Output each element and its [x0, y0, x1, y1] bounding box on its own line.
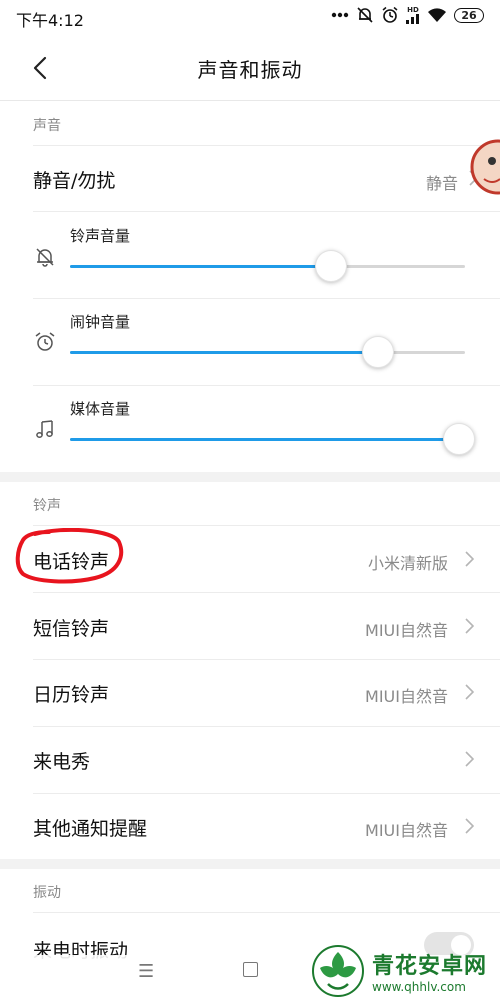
other-notification-row[interactable]: 其他通知提醒 MIUI自然音 [0, 794, 500, 859]
watermark: 青花安卓网 www.qhhlv.com [310, 942, 500, 1000]
media-volume-label: 媒体音量 [70, 400, 131, 418]
phone-ringtone-row[interactable]: 电话铃声 小米清新版 [0, 526, 500, 592]
title-bar: 声音和振动 [0, 34, 500, 100]
caller-show-label: 来电秀 [33, 751, 91, 773]
slider-fill [70, 351, 379, 354]
hd-signal-icon: HD [406, 5, 420, 24]
divider [33, 912, 500, 913]
section-header-ringtone: 铃声 [33, 498, 61, 514]
other-notification-label: 其他通知提醒 [33, 818, 148, 840]
phone-ringtone-value: 小米清新版 [367, 554, 448, 573]
media-volume-row: 媒体音量 [0, 386, 500, 472]
decorative-sticker [466, 133, 500, 201]
chevron-right-icon [465, 818, 474, 834]
caller-show-row[interactable]: 来电秀 [0, 727, 500, 793]
media-volume-slider[interactable] [70, 423, 475, 455]
home-icon[interactable] [243, 962, 258, 977]
calendar-ringtone-label: 日历铃声 [33, 684, 110, 706]
section-gap [0, 472, 500, 482]
chevron-right-icon [465, 751, 474, 767]
status-time: 下午4:12 [16, 11, 84, 30]
ring-volume-slider[interactable] [70, 250, 465, 282]
sms-ringtone-value: MIUI自然音 [365, 621, 448, 640]
calendar-ringtone-row[interactable]: 日历铃声 MIUI自然音 [0, 660, 500, 726]
slider-thumb[interactable] [314, 250, 347, 282]
mute-bell-icon [356, 6, 374, 24]
chevron-right-icon [465, 684, 474, 700]
alarm-volume-row: 闹钟音量 [0, 299, 500, 385]
status-bar: 下午4:12 HD 26 [0, 0, 500, 34]
other-notification-value: MIUI自然音 [365, 821, 448, 840]
hd-label: HD [407, 5, 419, 14]
wifi-icon [427, 7, 447, 23]
menu-icon[interactable]: ☰ [138, 961, 154, 982]
slider-fill [70, 438, 465, 441]
watermark-url: www.qhhlv.com [372, 980, 466, 994]
section-header-sound: 声音 [33, 118, 61, 134]
chevron-right-icon [465, 551, 474, 567]
silent-mode-value: 静音 [425, 174, 458, 193]
silent-mode-row[interactable]: 静音/勿扰 静音 [0, 146, 500, 211]
watermark-logo-icon [312, 945, 364, 997]
page-title: 声音和振动 [197, 58, 303, 82]
ring-volume-label: 铃声音量 [70, 227, 131, 245]
alarm-volume-label: 闹钟音量 [70, 313, 131, 331]
sms-ringtone-label: 短信铃声 [33, 618, 110, 640]
chevron-right-icon [465, 618, 474, 634]
status-icons: HD 26 [331, 6, 484, 24]
ring-volume-row: 铃声音量 [0, 212, 500, 298]
more-dots-icon [331, 12, 349, 18]
music-note-icon [36, 420, 53, 438]
phone-ringtone-label: 电话铃声 [33, 551, 110, 573]
section-gap [0, 859, 500, 869]
title-divider [0, 100, 500, 101]
slider-thumb[interactable] [443, 423, 475, 455]
section-header-vibration: 振动 [33, 885, 61, 901]
watermark-name: 青花安卓网 [372, 954, 488, 979]
bell-off-icon [36, 248, 54, 267]
silent-mode-label: 静音/勿扰 [33, 170, 116, 192]
battery-icon: 26 [454, 7, 484, 23]
alarm-volume-slider[interactable] [70, 336, 465, 368]
alarm-icon [381, 6, 399, 24]
calendar-ringtone-value: MIUI自然音 [365, 687, 448, 706]
slider-fill [70, 265, 331, 268]
alarm-clock-icon [35, 332, 55, 351]
slider-thumb[interactable] [362, 336, 395, 368]
sms-ringtone-row[interactable]: 短信铃声 MIUI自然音 [0, 593, 500, 659]
